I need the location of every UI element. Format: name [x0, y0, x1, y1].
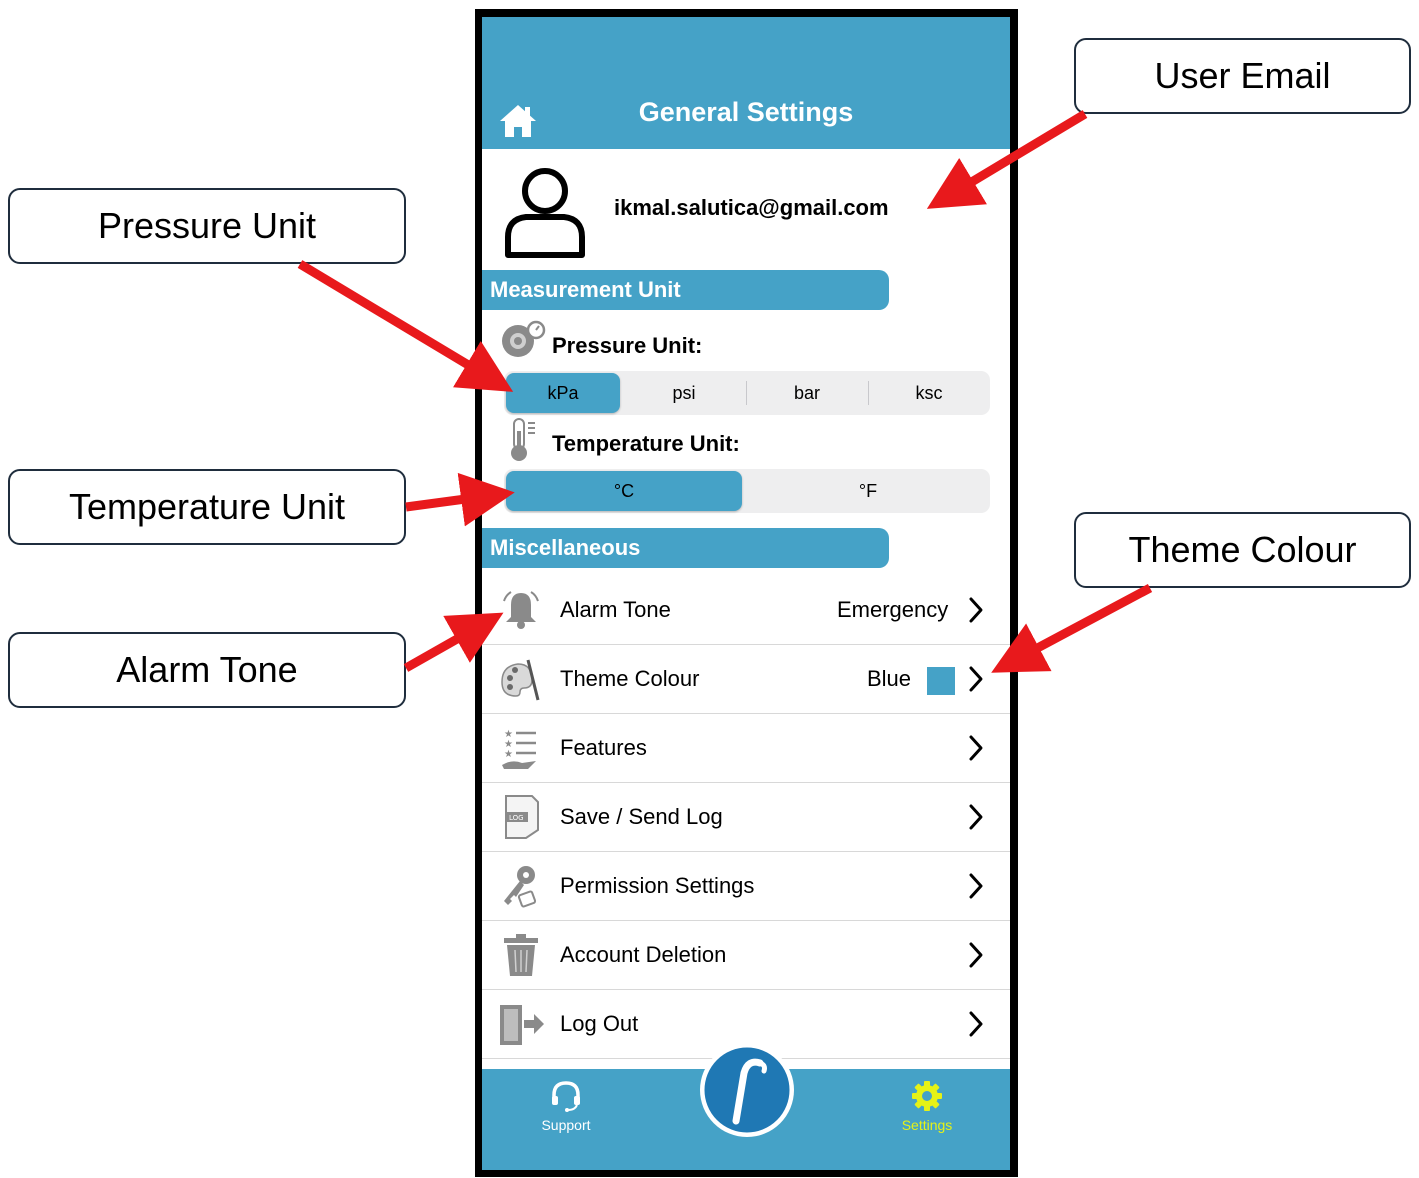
account-deletion-label: Account Deletion — [560, 942, 727, 967]
theme-colour-row[interactable]: Theme Colour Blue — [482, 645, 1010, 714]
tab-settings-label: Settings — [901, 1117, 953, 1133]
gear-icon — [912, 1081, 942, 1111]
arrow-theme-colour — [991, 584, 1153, 673]
pressure-unit-selector: kPa psi bar ksc — [504, 371, 990, 415]
palette-icon — [501, 659, 540, 701]
temperature-option-fahrenheit[interactable]: °F — [748, 471, 988, 511]
temperature-option-celsius[interactable]: °C — [506, 471, 742, 511]
theme-colour-label: Theme Colour — [560, 666, 700, 691]
segment-divider — [868, 381, 869, 405]
chevron-right-icon — [969, 942, 983, 968]
account-deletion-row[interactable]: Account Deletion — [482, 921, 1010, 990]
pressure-option-psi[interactable]: psi — [624, 373, 744, 413]
alarm-tone-label: Alarm Tone — [560, 597, 671, 622]
profile-section: ikmal.salutica@gmail.com — [482, 149, 1010, 267]
bell-icon — [503, 591, 539, 629]
features-row[interactable]: ★ ★ ★ Features — [482, 714, 1010, 783]
settings-screen: General Settings ikmal.salutica@gmail.co… — [482, 17, 1010, 1170]
user-outline-icon — [505, 168, 585, 258]
headset-icon — [552, 1081, 580, 1112]
svg-text:LOG: LOG — [509, 814, 524, 822]
chevron-right-icon — [969, 1011, 983, 1037]
callout-theme-colour: Theme Colour — [1074, 512, 1411, 588]
callout-alarm-tone: Alarm Tone — [8, 632, 406, 708]
arrow-pressure-unit — [297, 260, 514, 392]
callout-temperature-unit-text: Temperature Unit — [68, 486, 346, 527]
feature-list-icon: ★ ★ ★ — [502, 729, 536, 769]
chevron-right-icon — [969, 873, 983, 899]
tab-support[interactable]: Support — [538, 1077, 594, 1133]
alarm-tone-value: Emergency — [837, 597, 949, 622]
pressure-unit-label: Pressure Unit: — [552, 333, 703, 358]
phone-frame: General Settings ikmal.salutica@gmail.co… — [475, 9, 1018, 1177]
log-out-label: Log Out — [560, 1011, 639, 1036]
thermometer-icon — [511, 418, 535, 461]
arrow-alarm-tone — [403, 612, 504, 672]
theme-colour-value: Blue — [867, 666, 912, 691]
alarm-tone-row[interactable]: Alarm Tone Emergency — [482, 576, 1010, 645]
callout-pressure-unit-text: Pressure Unit — [97, 205, 317, 246]
tab-support-label: Support — [541, 1117, 591, 1133]
callout-theme-colour-text: Theme Colour — [1128, 529, 1357, 570]
f-logo-icon — [701, 1044, 793, 1136]
callout-temperature-unit: Temperature Unit — [8, 469, 406, 545]
segment-divider — [746, 381, 747, 405]
save-send-log-label: Save / Send Log — [560, 804, 723, 829]
measurement-section-header: Measurement Unit — [482, 270, 889, 310]
user-email: ikmal.salutica@gmail.com — [614, 195, 889, 220]
temperature-unit-label: Temperature Unit: — [552, 431, 740, 456]
theme-colour-swatch — [927, 667, 955, 695]
logout-door-icon — [500, 1005, 544, 1045]
chevron-right-icon — [969, 735, 983, 761]
chevron-right-icon — [969, 597, 983, 623]
callout-user-email-text: User Email — [1154, 55, 1331, 96]
key-icon — [504, 866, 537, 908]
tab-settings[interactable]: Settings — [894, 1077, 960, 1133]
pressure-option-kpa[interactable]: kPa — [506, 373, 620, 413]
temperature-unit-selector: °C °F — [504, 469, 990, 513]
log-file-icon: LOG — [505, 795, 539, 839]
callout-pressure-unit: Pressure Unit — [8, 188, 406, 264]
header-bar: General Settings — [482, 17, 1010, 149]
svg-text:★: ★ — [504, 749, 513, 760]
features-label: Features — [560, 735, 647, 760]
callout-user-email: User Email — [1074, 38, 1411, 114]
chevron-right-icon — [969, 666, 983, 692]
page-title: General Settings — [638, 97, 854, 127]
trash-icon — [504, 934, 538, 976]
tyre-gauge-icon — [502, 320, 546, 357]
pressure-option-bar[interactable]: bar — [748, 373, 866, 413]
callout-alarm-tone-text: Alarm Tone — [116, 649, 298, 690]
chevron-right-icon — [969, 804, 983, 830]
miscellaneous-section-header: Miscellaneous — [482, 528, 889, 568]
permission-settings-label: Permission Settings — [560, 873, 755, 898]
pressure-option-ksc[interactable]: ksc — [870, 373, 988, 413]
save-send-log-row[interactable]: LOG Save / Send Log — [482, 783, 1010, 852]
center-logo-button[interactable] — [700, 1043, 794, 1137]
permission-settings-row[interactable]: Permission Settings — [482, 852, 1010, 921]
